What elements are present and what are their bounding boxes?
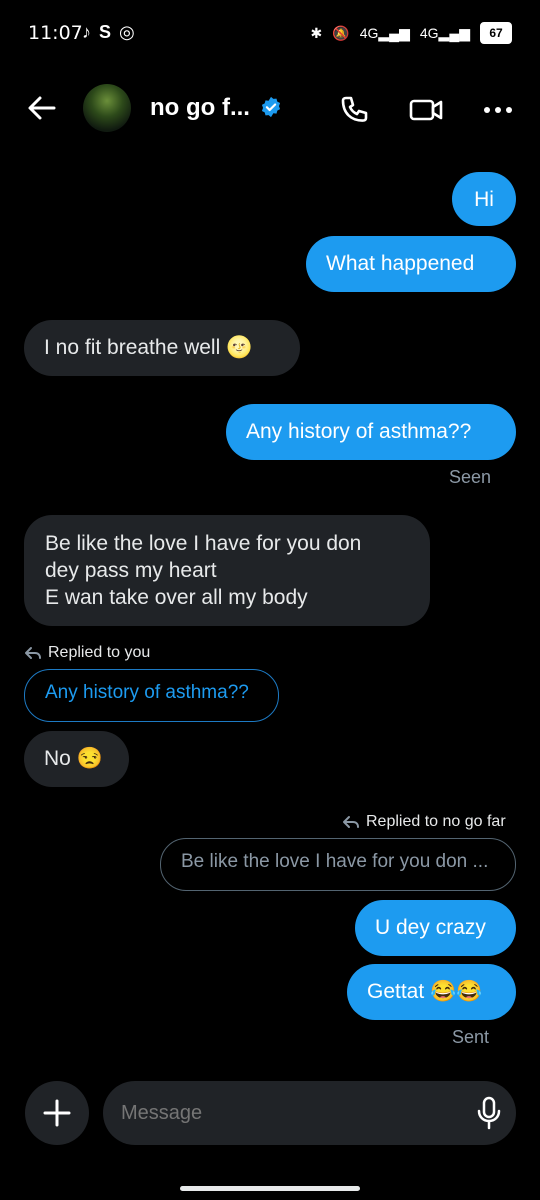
signal-1-icon: 4G▂▄▆ bbox=[359, 24, 410, 41]
message-bubble-incoming[interactable]: Be like the love I have for you don dey … bbox=[24, 515, 430, 626]
phone-call-icon[interactable] bbox=[338, 94, 370, 126]
message-composer bbox=[0, 1080, 540, 1148]
seen-status: Seen bbox=[449, 467, 492, 487]
reply-arrow-icon bbox=[25, 647, 41, 659]
more-options-icon[interactable] bbox=[482, 94, 514, 126]
notification-icons: ♪ S ◎ bbox=[82, 22, 135, 43]
video-call-icon[interactable] bbox=[408, 94, 444, 126]
plus-icon bbox=[43, 1099, 71, 1127]
avatar[interactable] bbox=[83, 84, 131, 132]
tiktok-icon: ♪ bbox=[82, 22, 91, 42]
message-bubble-outgoing[interactable]: What happened bbox=[306, 236, 516, 292]
back-arrow-icon[interactable] bbox=[26, 92, 58, 124]
add-attachment-button[interactable] bbox=[25, 1081, 89, 1145]
message-bubble-outgoing[interactable]: U dey crazy bbox=[355, 900, 516, 956]
conversation-title[interactable]: no go f... bbox=[150, 94, 250, 122]
microphone-icon[interactable] bbox=[476, 1096, 502, 1130]
bluetooth-icon: ✱ bbox=[310, 24, 323, 41]
message-line: dey pass my heart bbox=[45, 559, 217, 582]
message-bubble-outgoing[interactable]: Gettat 😂😂 bbox=[347, 964, 516, 1020]
status-bar: 11:07 ♪ S ◎ ✱ 🔕 4G▂▄▆ 4G▂▄▆ 67 bbox=[0, 0, 540, 70]
message-bubble-incoming[interactable]: No 😒 bbox=[24, 731, 129, 787]
reply-label: Replied to no go far bbox=[366, 813, 506, 830]
reply-label: Replied to you bbox=[48, 644, 151, 661]
instagram-icon: ◎ bbox=[119, 22, 135, 42]
message-line: Be like the love I have for you don bbox=[45, 532, 362, 555]
message-bubble-incoming[interactable]: I no fit breathe well 🌝 bbox=[24, 320, 300, 376]
quoted-message[interactable]: Any history of asthma?? bbox=[24, 669, 279, 722]
quoted-message[interactable]: Be like the love I have for you don ... bbox=[160, 838, 516, 891]
status-time: 11:07 bbox=[28, 22, 83, 44]
reply-arrow-icon bbox=[343, 816, 359, 828]
home-indicator[interactable] bbox=[180, 1186, 360, 1191]
chat-header: no go f... bbox=[0, 80, 540, 140]
reply-indicator: Replied to no go far bbox=[342, 813, 506, 831]
message-line: E wan take over all my body bbox=[45, 586, 308, 609]
signal-2-icon: 4G▂▄▆ bbox=[419, 24, 470, 41]
message-bubble-outgoing[interactable]: Hi bbox=[452, 172, 516, 226]
reply-indicator: Replied to you bbox=[24, 644, 150, 662]
sent-status: Sent bbox=[452, 1027, 490, 1047]
verified-badge-icon bbox=[261, 96, 281, 118]
mute-icon: 🔕 bbox=[332, 24, 350, 41]
s-app-icon: S bbox=[99, 22, 112, 42]
battery-icon: 67 bbox=[480, 22, 512, 44]
system-icons: ✱ 🔕 4G▂▄▆ 4G▂▄▆ 67 bbox=[311, 22, 512, 44]
message-input[interactable] bbox=[103, 1081, 516, 1145]
message-bubble-outgoing[interactable]: Any history of asthma?? bbox=[226, 404, 516, 460]
